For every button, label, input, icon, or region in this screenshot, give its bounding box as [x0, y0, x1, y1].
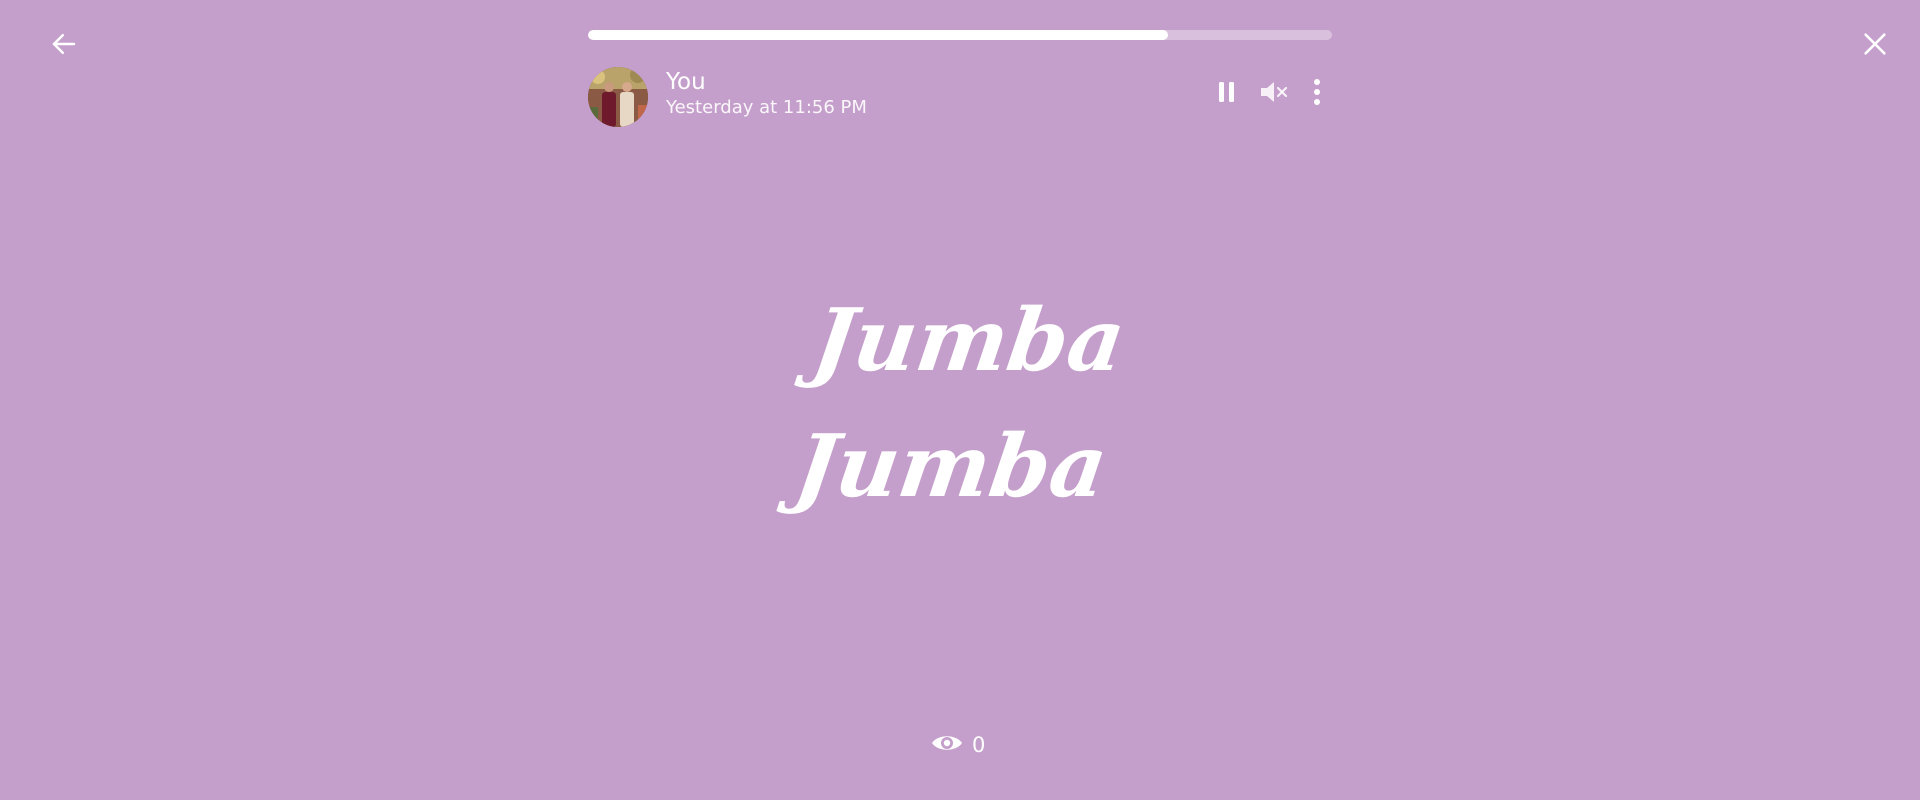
pause-icon	[1216, 80, 1238, 108]
more-vertical-icon	[1313, 78, 1321, 110]
close-button[interactable]	[1855, 26, 1895, 66]
close-icon	[1861, 30, 1889, 62]
story-text-line-2: Jumba	[789, 416, 1114, 517]
more-options-button[interactable]	[1304, 75, 1330, 113]
story-progress-bar	[588, 30, 1332, 40]
view-count-button[interactable]: 0	[930, 728, 985, 762]
mute-button[interactable]	[1256, 77, 1292, 111]
story-text: Jumba Jumba	[642, 278, 1277, 530]
story-author-name: You	[666, 69, 706, 95]
eye-icon	[930, 731, 964, 759]
story-progress-fill	[588, 30, 1169, 40]
story-timestamp: Yesterday at 11:56 PM	[666, 97, 867, 118]
arrow-left-icon	[49, 29, 79, 63]
story-header: You Yesterday at 11:56 PM	[588, 67, 1332, 129]
story-text-line-1: Jumba	[806, 290, 1132, 391]
pause-button[interactable]	[1210, 77, 1244, 111]
volume-muted-icon	[1259, 80, 1289, 108]
back-button[interactable]	[44, 26, 84, 66]
avatar[interactable]	[588, 67, 648, 127]
view-count: 0	[972, 733, 986, 757]
